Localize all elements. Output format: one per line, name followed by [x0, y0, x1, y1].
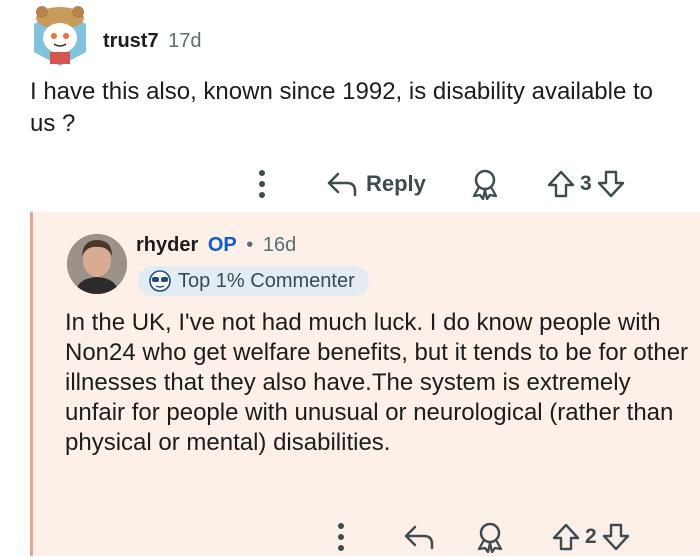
- op-badge: OP: [207, 234, 237, 256]
- reply-comment: rhyder OP • 16d Top 1% Commenter In the …: [30, 212, 700, 556]
- avatar[interactable]: [67, 234, 127, 294]
- vote-score: 3: [580, 172, 592, 195]
- reply-arrow-icon: [404, 525, 434, 550]
- reply-timestamp: 16d: [262, 234, 297, 256]
- avatar-snoo-icon[interactable]: [28, 4, 92, 66]
- reply-author-line: rhyder OP • 16d: [136, 234, 296, 257]
- reply-more-options-button[interactable]: [331, 520, 351, 554]
- reply-arrow-icon: [327, 172, 357, 197]
- more-vertical-icon: [259, 170, 265, 198]
- reply-label: Reply: [366, 171, 426, 196]
- award-icon: [472, 169, 498, 200]
- downvote-arrow-icon[interactable]: [596, 169, 626, 199]
- award-button[interactable]: [470, 168, 500, 200]
- award-icon: [477, 522, 503, 553]
- separator-dot: •: [246, 234, 254, 256]
- flair-label: Top 1% Commenter: [178, 269, 355, 292]
- author-line: trust7 17d: [103, 30, 202, 53]
- reply-action-bar: 2: [3, 517, 700, 557]
- reply-award-button[interactable]: [475, 521, 505, 553]
- top-comment: trust7 17d I have this also, known since…: [0, 0, 700, 212]
- upvote-arrow-icon[interactable]: [551, 522, 581, 552]
- reply-vote-controls: 2: [551, 522, 631, 552]
- comment-body: I have this also, known since 1992, is d…: [30, 78, 654, 137]
- downvote-arrow-icon[interactable]: [601, 522, 631, 552]
- reply-button[interactable]: Reply: [326, 171, 426, 197]
- reply-author-name[interactable]: rhyder: [136, 234, 198, 256]
- reply-body: In the UK, I've not had much luck. I do …: [65, 309, 689, 456]
- more-options-button[interactable]: [252, 167, 272, 201]
- vote-controls: 3: [546, 169, 626, 199]
- comment-action-bar: Reply 3: [0, 164, 700, 204]
- avatar-photo-icon: [67, 234, 127, 294]
- author-name[interactable]: trust7: [103, 30, 159, 52]
- more-vertical-icon: [338, 523, 344, 551]
- reply-reply-button[interactable]: [403, 524, 435, 550]
- upvote-arrow-icon[interactable]: [546, 169, 576, 199]
- flair-badge: Top 1% Commenter: [138, 266, 369, 296]
- sunglasses-icon: [149, 270, 171, 292]
- reply-vote-score: 2: [585, 525, 597, 548]
- timestamp: 17d: [168, 30, 202, 52]
